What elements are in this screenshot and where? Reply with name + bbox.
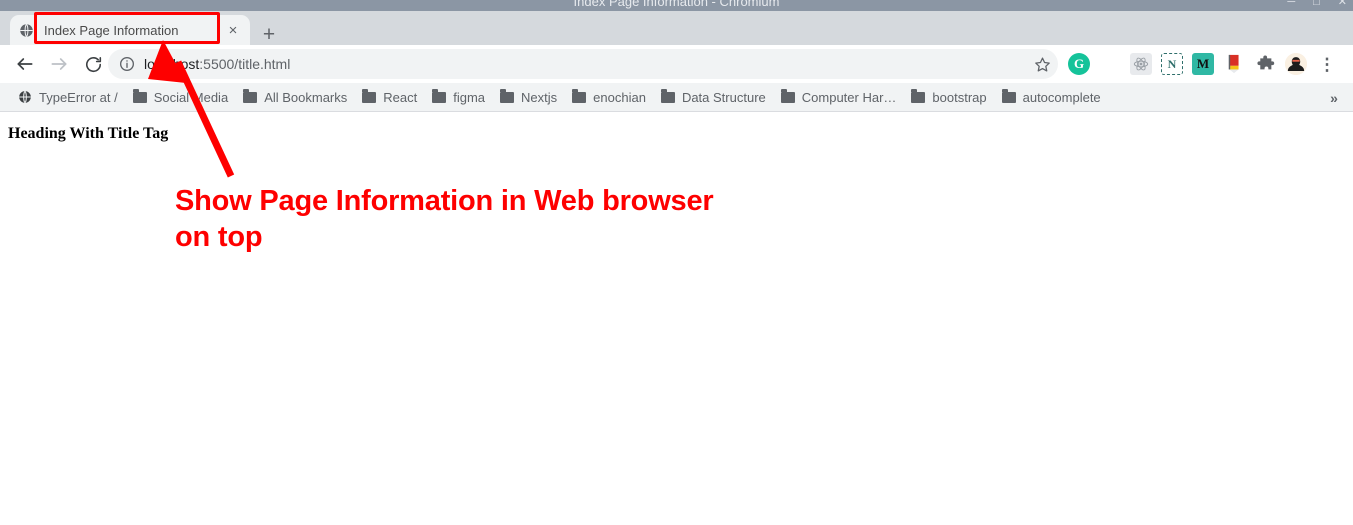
back-icon[interactable] [8, 47, 42, 81]
window-title: Index Page Information - Chromium [0, 0, 1353, 10]
tab-close-button[interactable]: × [224, 21, 242, 39]
folder-icon [499, 89, 515, 105]
bookmark-figma[interactable]: figma [424, 85, 492, 109]
bookmark-label: Nextjs [521, 90, 557, 105]
folder-icon [242, 89, 258, 105]
url-path: :5500/title.html [199, 56, 290, 72]
star-icon[interactable] [1030, 52, 1054, 76]
address-bar[interactable]: localhost:5500/title.html [108, 49, 1058, 79]
bookmark-label: Computer Har… [802, 90, 897, 105]
extension-icons: G N M ⋮ [1068, 45, 1353, 83]
highlighter-extension-icon[interactable] [1223, 53, 1245, 75]
tab-title: Index Page Information [38, 23, 224, 38]
maximize-icon[interactable]: □ [1313, 0, 1320, 9]
folder-icon [1001, 89, 1017, 105]
bookmark-enochian[interactable]: enochian [564, 85, 653, 109]
folder-icon [660, 89, 676, 105]
url-host: localhost [144, 56, 199, 72]
bookmark-label: Social Media [154, 90, 228, 105]
bookmark-social-media[interactable]: Social Media [125, 85, 235, 109]
folder-icon [361, 89, 377, 105]
folder-icon [132, 89, 148, 105]
close-icon[interactable]: ✕ [1338, 0, 1347, 9]
info-circle-icon[interactable] [118, 55, 136, 73]
bookmark-label: React [383, 90, 417, 105]
bookmark-nextjs[interactable]: Nextjs [492, 85, 564, 109]
address-bar-url: localhost:5500/title.html [144, 56, 290, 72]
extensions-puzzle-icon[interactable] [1254, 53, 1276, 75]
globe-icon [18, 22, 34, 38]
reload-icon[interactable] [76, 47, 110, 81]
tab-strip: Index Page Information × + [0, 11, 1353, 45]
forward-icon[interactable] [42, 47, 76, 81]
honey-extension-icon[interactable] [1099, 53, 1121, 75]
bookmark-label: autocomplete [1023, 90, 1101, 105]
mendeley-extension-icon[interactable]: M [1192, 53, 1214, 75]
folder-icon [571, 89, 587, 105]
bookmark-bootstrap[interactable]: bootstrap [903, 85, 993, 109]
chrome-menu-icon[interactable]: ⋮ [1316, 53, 1338, 75]
bookmarks-bar: TypeError at / Social Media All Bookmark… [0, 83, 1353, 112]
bookmark-label: Data Structure [682, 90, 766, 105]
folder-icon [431, 89, 447, 105]
grammarly-extension-icon[interactable]: G [1068, 53, 1090, 75]
notion-extension-icon[interactable]: N [1161, 53, 1183, 75]
bookmark-label: bootstrap [932, 90, 986, 105]
bookmark-computer-hardware[interactable]: Computer Har… [773, 85, 904, 109]
bookmark-typeerror[interactable]: TypeError at / [10, 85, 125, 109]
bookmark-label: TypeError at / [39, 90, 118, 105]
bookmarks-overflow-chevron-icon[interactable]: » [1323, 87, 1345, 109]
page-heading: Heading With Title Tag [8, 125, 168, 143]
globe-icon [17, 89, 33, 105]
folder-icon [910, 89, 926, 105]
window-titlebar: Index Page Information - Chromium ─ □ ✕ [0, 0, 1353, 11]
bookmark-autocomplete[interactable]: autocomplete [994, 85, 1108, 109]
tab-index-page-information[interactable]: Index Page Information × [10, 15, 250, 45]
bookmark-label: All Bookmarks [264, 90, 347, 105]
bookmark-label: enochian [593, 90, 646, 105]
minimize-icon[interactable]: ─ [1287, 0, 1295, 9]
page-viewport: Heading With Title Tag [0, 113, 1353, 525]
profile-avatar[interactable] [1285, 53, 1307, 75]
folder-icon [780, 89, 796, 105]
react-devtools-extension-icon[interactable] [1130, 53, 1152, 75]
new-tab-button[interactable]: + [256, 21, 282, 47]
bookmark-all-bookmarks[interactable]: All Bookmarks [235, 85, 354, 109]
bookmark-react[interactable]: React [354, 85, 424, 109]
window-controls[interactable]: ─ □ ✕ [1287, 0, 1347, 9]
bookmark-label: figma [453, 90, 485, 105]
bookmark-data-structure[interactable]: Data Structure [653, 85, 773, 109]
